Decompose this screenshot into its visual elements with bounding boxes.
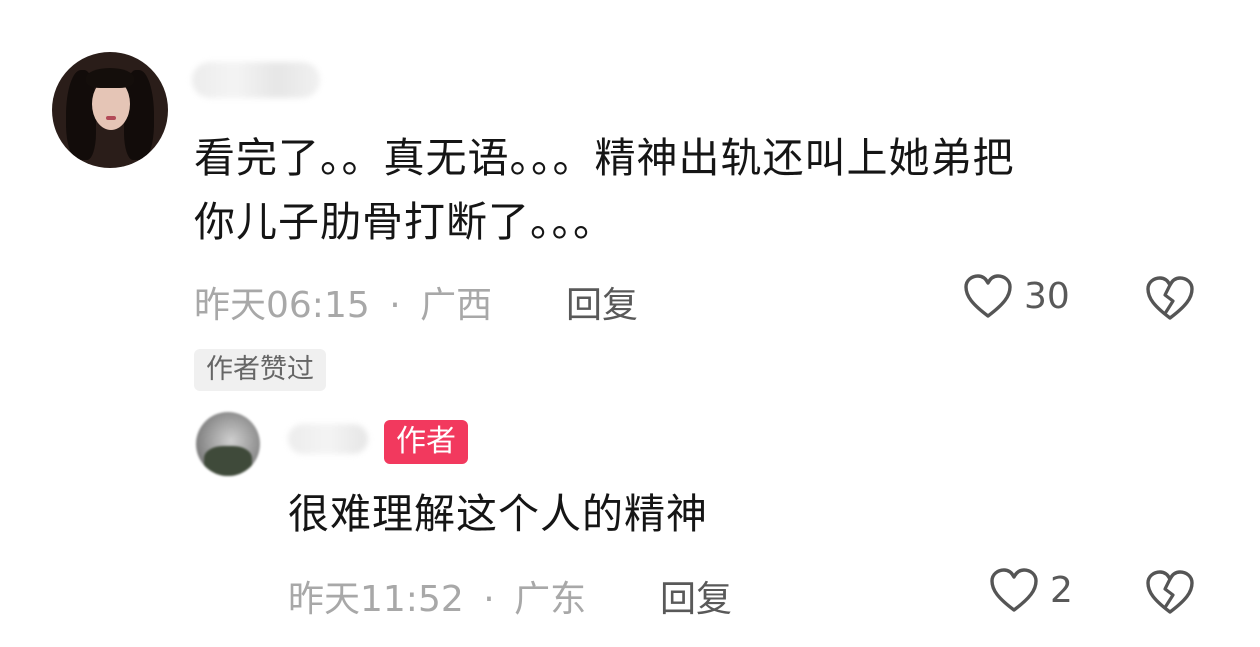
reply-dislike-button[interactable] [1144, 568, 1196, 620]
comment-meta: 昨天06:15 · 广西 [194, 276, 492, 328]
meta-separator: · [389, 285, 401, 326]
reply-like-button[interactable]: 2 [988, 566, 1073, 614]
commenter-avatar[interactable] [52, 52, 168, 168]
comment-text-line-1: 看完了。。真无语。。。精神出轨还叫上她弟把 [194, 134, 1015, 182]
dislike-button[interactable] [1144, 274, 1196, 326]
reply-time: 昨天11:52 [288, 579, 464, 620]
reply-text: 很难理解这个人的精神 [288, 490, 708, 538]
reply-location: 广东 [514, 579, 587, 620]
like-button[interactable]: 30 [962, 272, 1070, 320]
broken-heart-icon [1146, 276, 1194, 320]
comment-location: 广西 [420, 285, 493, 326]
reply-author-avatar[interactable] [196, 412, 260, 476]
heart-outline-icon [990, 568, 1038, 612]
comment-time: 昨天06:15 [194, 285, 370, 326]
like-count: 30 [1024, 275, 1070, 317]
reply-button[interactable]: 回复 [566, 276, 638, 328]
reply-reply-button[interactable]: 回复 [660, 570, 732, 622]
reply-meta: 昨天11:52 · 广东 [288, 570, 586, 622]
author-liked-badge: 作者赞过 [194, 349, 326, 391]
heart-outline-icon [964, 274, 1012, 318]
broken-heart-icon [1146, 570, 1194, 614]
author-badge: 作者 [384, 420, 468, 464]
reply-like-count: 2 [1050, 569, 1073, 611]
commenter-username-blurred[interactable] [192, 62, 320, 98]
meta-separator: · [483, 579, 495, 620]
reply-username-blurred[interactable] [288, 424, 368, 454]
comment-text-line-2: 你儿子肋骨打断了。。。 [194, 198, 615, 246]
comment-text: 看完了。。真无语。。。精神出轨还叫上她弟把 你儿子肋骨打断了。。。 [194, 126, 1214, 254]
